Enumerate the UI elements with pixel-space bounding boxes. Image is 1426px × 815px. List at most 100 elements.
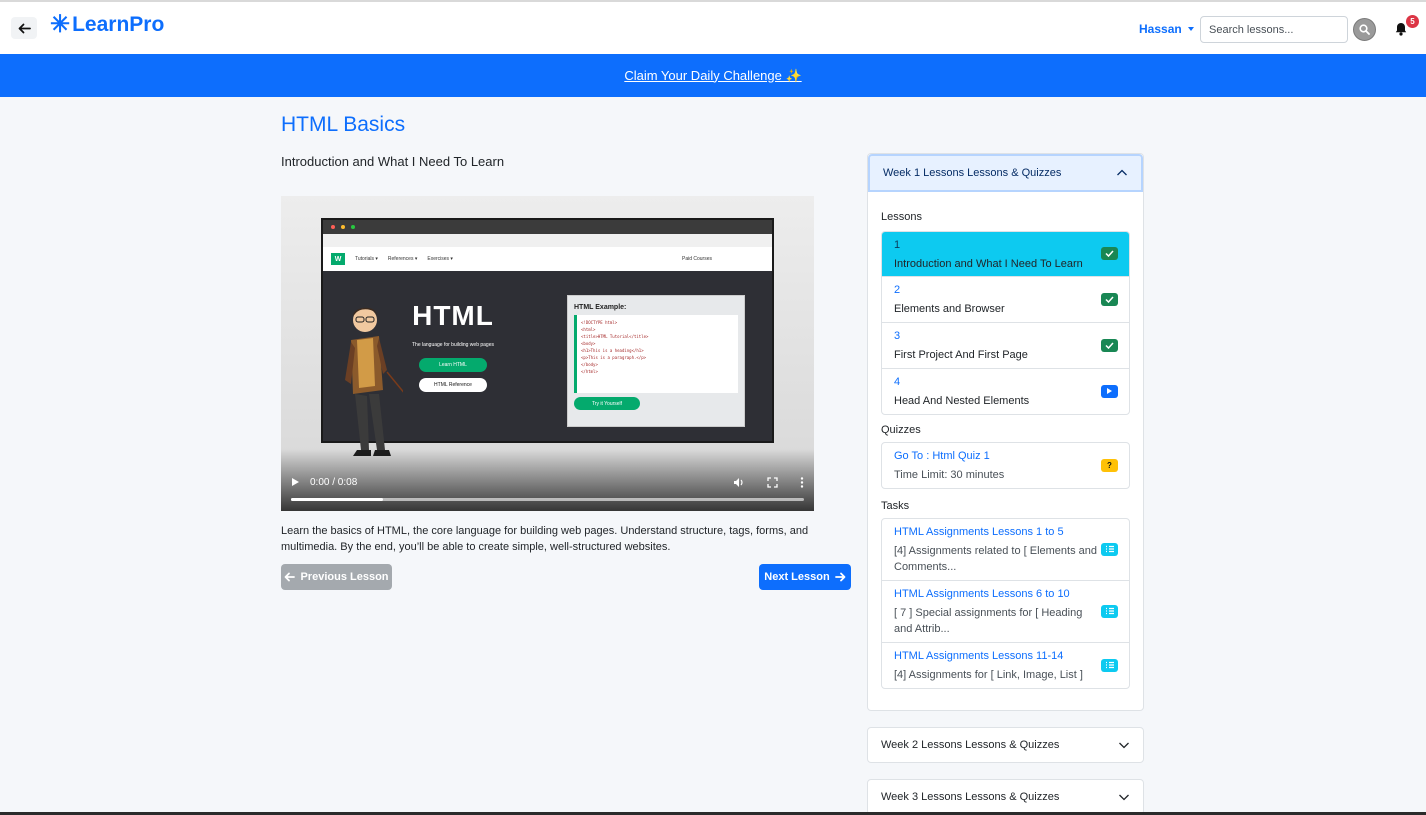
code-line: <html> — [581, 327, 596, 332]
lesson-item[interactable]: 1 Introduction and What I Need To Learn — [882, 232, 1129, 277]
lesson-number: 4 — [894, 376, 901, 388]
daily-challenge-link[interactable]: Claim Your Daily Challenge ✨ — [624, 68, 801, 84]
task-item[interactable]: HTML Assignments Lessons 11-14 [4] Assig… — [882, 643, 1129, 688]
lesson-item[interactable]: 2 Elements and Browser — [882, 277, 1129, 323]
task-description: [4] Assignments for [ Link, Image, List … — [894, 669, 1083, 681]
frame-code-example: HTML Example: <!DOCTYPE html> <html> <ti… — [567, 295, 745, 427]
search-button[interactable] — [1353, 18, 1376, 41]
video-progress-fill — [291, 498, 384, 501]
more-vertical-icon[interactable] — [800, 476, 804, 488]
lesson-item-title: Elements and Browser — [894, 303, 1005, 315]
frame-heading: HTML — [412, 300, 494, 331]
week3-accordion-header[interactable]: Week 3 Lessons Lessons & Quizzes — [867, 779, 1144, 815]
frame-tagline: The language for building web pages — [411, 342, 494, 348]
asterisk-logo-icon: ✳ — [50, 11, 71, 38]
lesson-number: 3 — [894, 330, 901, 342]
task-description: [ 7 ] Special assignments for [ Heading … — [894, 607, 1083, 635]
code-line: <title>HTML Tutorial</title> — [581, 334, 649, 339]
quiz-time-limit: Time Limit: 30 minutes — [894, 469, 1005, 481]
frame-reference-button: HTML Reference — [419, 378, 487, 392]
lesson-description: Learn the basics of HTML, the core langu… — [281, 525, 809, 553]
lesson-item[interactable]: 3 First Project And First Page — [882, 323, 1129, 369]
frame-code-block: <!DOCTYPE html> <html> <title>HTML Tutor… — [574, 315, 738, 393]
frame-browser-bar — [323, 220, 772, 234]
brand-name: LearnPro — [72, 13, 165, 36]
week1-accordion-header[interactable]: Week 1 Lessons Lessons & Quizzes — [868, 154, 1143, 192]
video-control-row: 0:00 / 0:08 — [291, 475, 804, 489]
frame-paid-courses: Paid Courses — [681, 256, 712, 262]
previous-lesson-label: Previous Lesson — [300, 571, 389, 583]
task-title: HTML Assignments Lessons 11-14 — [894, 650, 1064, 662]
task-item[interactable]: HTML Assignments Lessons 1 to 5 [4] Assi… — [882, 519, 1129, 581]
search-input[interactable] — [1200, 16, 1348, 43]
frame-hero: HTML The language for building web pages… — [403, 300, 503, 392]
task-title: HTML Assignments Lessons 6 to 10 — [894, 588, 1070, 600]
code-line: <!DOCTYPE html> — [581, 320, 618, 325]
task-title: HTML Assignments Lessons 1 to 5 — [894, 526, 1064, 538]
lesson-item-title: Head And Nested Elements — [894, 395, 1030, 407]
question-mark-icon: ? — [1101, 458, 1118, 472]
arrow-left-icon — [285, 572, 296, 582]
week1-title: Week 1 Lessons Lessons & Quizzes — [883, 167, 1062, 179]
frame-nav-item: References ▾ — [387, 256, 418, 262]
tasks-list: HTML Assignments Lessons 1 to 5 [4] Assi… — [881, 518, 1130, 689]
lessons-list: 1 Introduction and What I Need To Learn … — [881, 231, 1130, 415]
week2-title: Week 2 Lessons Lessons & Quizzes — [881, 739, 1060, 751]
chevron-down-icon — [1119, 742, 1129, 749]
window-dots-icon — [331, 225, 355, 229]
week1-accordion: Week 1 Lessons Lessons & Quizzes Lessons… — [867, 153, 1144, 711]
code-line: </html> — [581, 369, 598, 374]
play-video-icon — [1101, 384, 1118, 398]
frame-example-title: HTML Example: — [574, 304, 627, 311]
task-list-icon — [1101, 658, 1118, 672]
code-line: <h1>This is a heading</h1> — [581, 348, 644, 353]
daily-challenge-banner: Claim Your Daily Challenge ✨ — [0, 54, 1426, 97]
search-icon — [1359, 24, 1370, 35]
next-lesson-label: Next Lesson — [764, 571, 830, 583]
user-name: Hassan — [1139, 22, 1182, 36]
video-progress-bar[interactable] — [291, 498, 804, 501]
completed-check-icon — [1101, 292, 1118, 306]
play-icon[interactable] — [291, 477, 300, 487]
frame-nav-item: Tutorials ▾ — [355, 256, 378, 262]
brand-logo[interactable]: ✳ LearnPro — [50, 13, 164, 37]
frame-site-nav: W Tutorials ▾ References ▾ Exercises ▾ P… — [323, 247, 772, 271]
caret-down-icon — [1187, 27, 1194, 31]
course-title: HTML Basics — [281, 113, 406, 136]
lessons-section-label: Lessons — [881, 211, 922, 223]
previous-lesson-button[interactable]: Previous Lesson — [281, 564, 392, 590]
fullscreen-icon[interactable] — [767, 476, 778, 488]
frame-learn-button: Learn HTML — [419, 358, 487, 372]
video-player[interactable]: W Tutorials ▾ References ▾ Exercises ▾ P… — [281, 196, 814, 511]
quiz-title: Go To : Html Quiz 1 — [894, 450, 990, 462]
w3-logo-icon: W — [331, 253, 345, 265]
lesson-number: 2 — [894, 284, 901, 296]
video-right-controls — [733, 476, 804, 488]
frame-try-button: Try it Yourself — [574, 397, 640, 410]
arrow-right-icon — [834, 572, 846, 582]
volume-icon[interactable] — [733, 477, 745, 488]
arrow-left-icon — [18, 23, 31, 33]
back-button[interactable] — [11, 17, 37, 39]
code-line: <body> — [581, 341, 596, 346]
lesson-item[interactable]: 4 Head And Nested Elements — [882, 369, 1129, 414]
task-description: [4] Assignments related to [ Elements an… — [894, 545, 1098, 573]
chevron-up-icon — [1117, 169, 1127, 176]
lesson-number: 1 — [894, 239, 901, 251]
frame-url-bar — [323, 234, 772, 247]
quiz-item[interactable]: Go To : Html Quiz 1 Time Limit: 30 minut… — [882, 443, 1129, 488]
quizzes-section-label: Quizzes — [881, 424, 921, 436]
lesson-title: Introduction and What I Need To Learn — [281, 154, 505, 169]
task-item[interactable]: HTML Assignments Lessons 6 to 10 [ 7 ] S… — [882, 581, 1129, 643]
frame-nav-item: Exercises ▾ — [427, 256, 453, 262]
quizzes-list: Go To : Html Quiz 1 Time Limit: 30 minut… — [881, 442, 1130, 489]
tasks-section-label: Tasks — [881, 500, 910, 512]
user-menu-dropdown[interactable]: Hassan — [1139, 22, 1194, 36]
task-list-icon — [1101, 604, 1118, 618]
lesson-item-title: Introduction and What I Need To Learn — [894, 258, 1083, 270]
code-line: </body> — [581, 362, 598, 367]
week2-accordion-header[interactable]: Week 2 Lessons Lessons & Quizzes — [867, 727, 1144, 763]
video-controls: 0:00 / 0:08 — [281, 449, 814, 511]
code-line: <p>This is a paragraph.</p> — [581, 355, 647, 360]
next-lesson-button[interactable]: Next Lesson — [759, 564, 851, 590]
